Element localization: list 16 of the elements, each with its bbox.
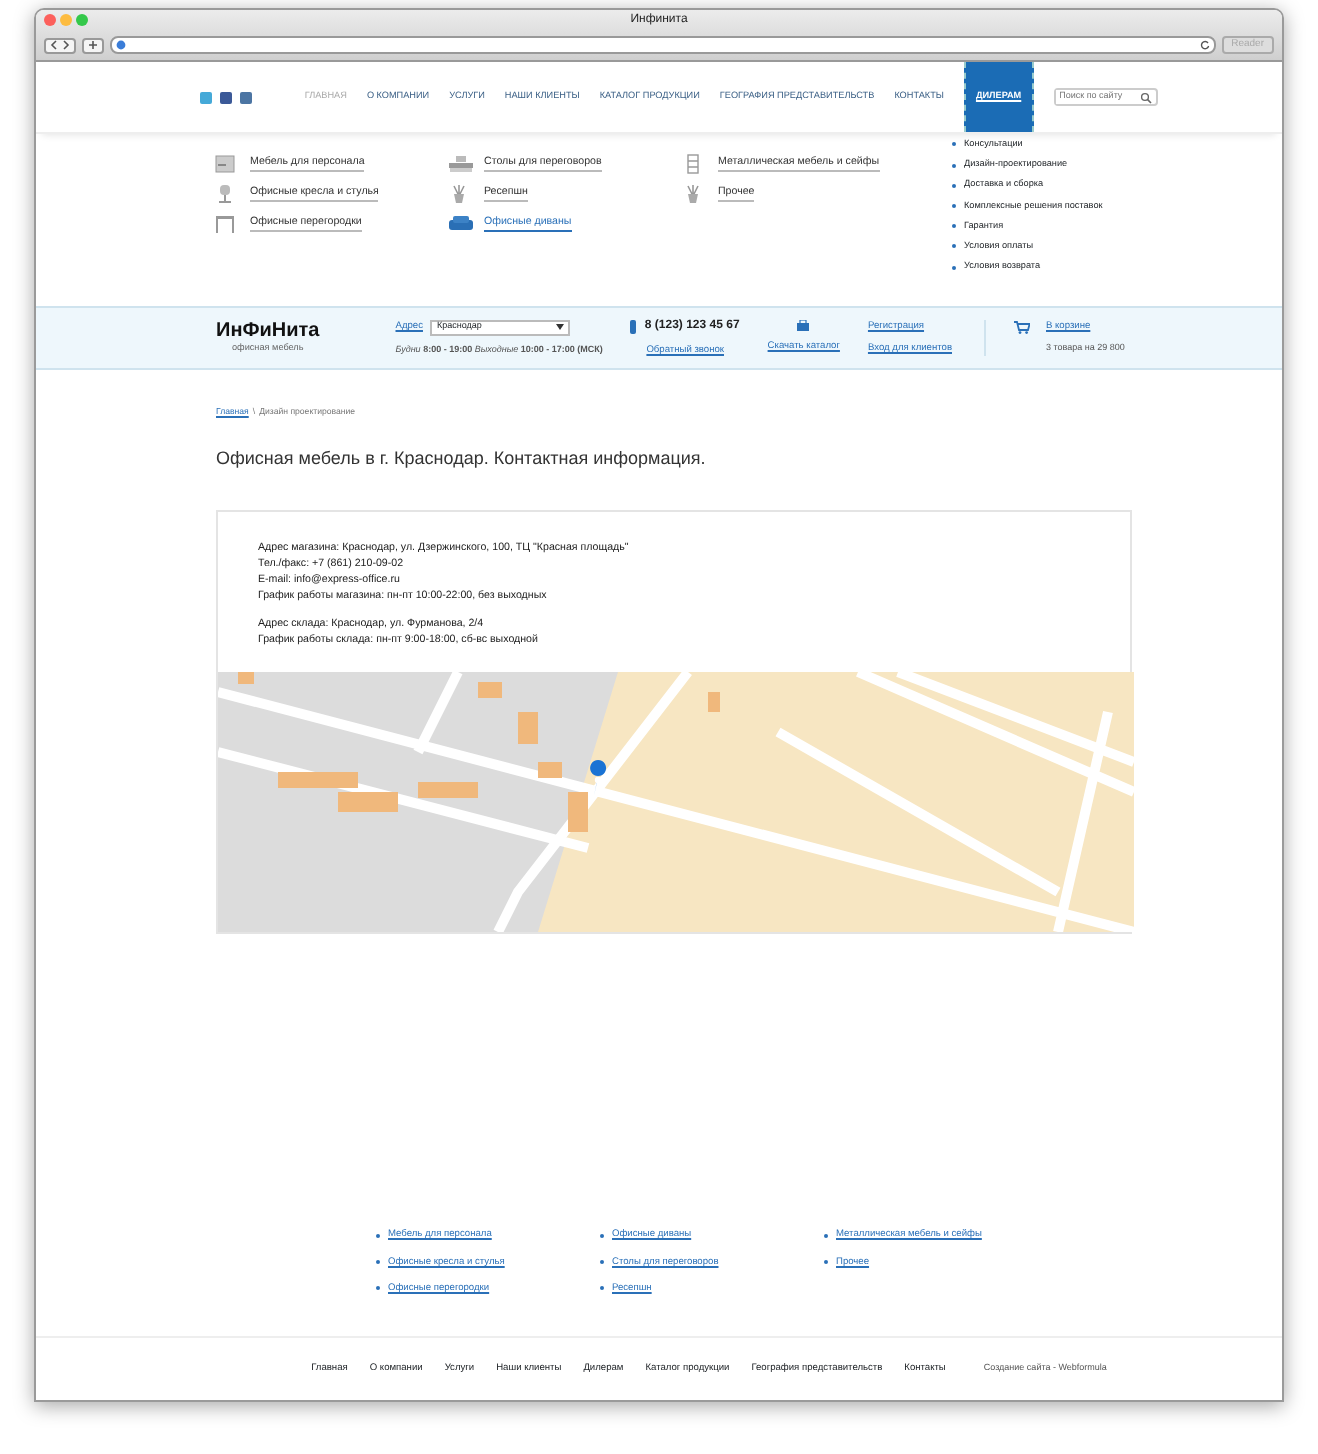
catalog-icon <box>796 320 811 333</box>
table-icon <box>448 154 474 174</box>
site-logo[interactable]: ИнФиНита <box>216 321 320 342</box>
partition-icon <box>214 214 240 234</box>
back-forward-icon <box>50 40 70 50</box>
plus-icon <box>88 40 98 50</box>
cabinet-icon <box>214 154 240 174</box>
sofa-icon <box>448 214 474 234</box>
cart-icon[interactable] <box>1014 320 1030 335</box>
search-icon[interactable] <box>1139 91 1152 103</box>
add-tab-button[interactable] <box>82 37 104 53</box>
page-heading: Офисная мебель в г. Краснодар. Контактная информация. <box>216 446 708 473</box>
caret-icon <box>556 324 565 331</box>
address-field[interactable] <box>110 36 1216 54</box>
reload-icon <box>1199 40 1210 50</box>
back-forward-button[interactable] <box>44 37 76 53</box>
